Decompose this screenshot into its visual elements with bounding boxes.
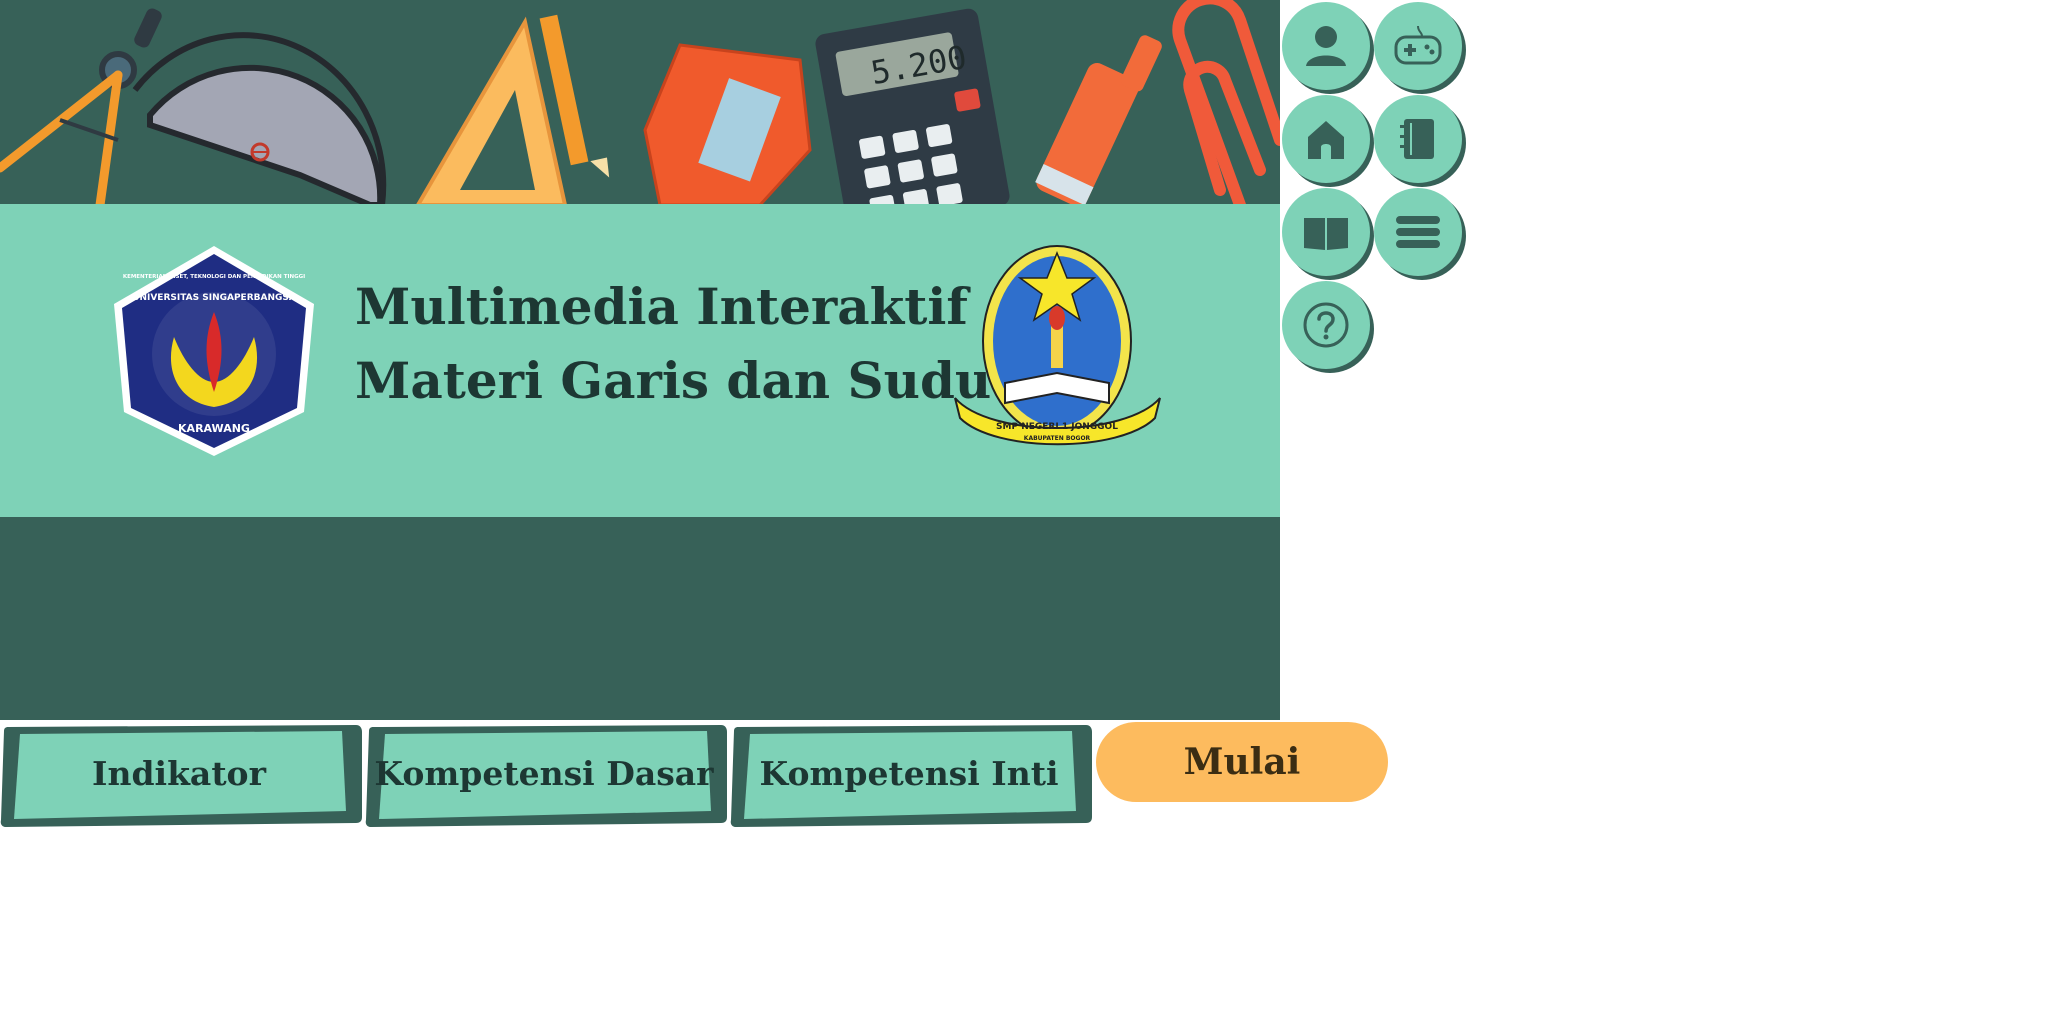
game-button[interactable]	[1374, 2, 1462, 90]
help-button[interactable]	[1282, 281, 1370, 369]
book-icon	[1304, 218, 1348, 250]
unsika-logo-bottom-text: KARAWANG	[178, 422, 250, 435]
set-square-drawing	[415, 16, 568, 205]
tab-kompetensi-dasar-label: Kompetensi Dasar	[374, 754, 714, 793]
home-icon	[1308, 121, 1344, 159]
material-button[interactable]	[1282, 188, 1370, 276]
menu-icon	[1396, 216, 1440, 248]
marker-drawing	[1035, 35, 1162, 205]
page-title-line-2: Materi Garis dan Sudut	[355, 351, 1015, 410]
notebook-icon	[1400, 119, 1434, 159]
smp-jonggol-logo: SMP NEGERI 1 JONGGOL KABUPATEN BOGOR	[954, 245, 1161, 446]
unsika-logo-ring-text: KEMENTERIAN RISET, TEKNOLOGI DAN PENDIDI…	[123, 274, 305, 280]
unsika-logo-arc-text: UNIVERSITAS SINGAPERBANGSA	[132, 293, 296, 303]
tab-indikator-label: Indikator	[92, 754, 266, 793]
compass-drawing	[0, 8, 162, 205]
tab-kompetensi-inti-label: Kompetensi Inti	[759, 754, 1059, 793]
tab-kompetensi-dasar[interactable]: Kompetensi Dasar	[365, 725, 727, 827]
main-stage: 5.200 KARAWANG UNIVERSITAS SINGAPERBANGS…	[0, 0, 1280, 720]
calculator-drawing: 5.200	[815, 8, 1010, 205]
gamepad-icon	[1394, 25, 1442, 65]
start-button-label: Mulai	[1183, 741, 1301, 783]
sharpener-drawing	[643, 43, 812, 205]
notes-button[interactable]	[1374, 95, 1462, 183]
protractor-drawing	[132, 32, 387, 205]
tab-indikator[interactable]: Indikator	[0, 725, 362, 827]
paper-clip-drawing	[1172, 0, 1280, 205]
smp-logo-ribbon-subtext: KABUPATEN BOGOR	[1024, 435, 1091, 442]
smp-logo-ribbon-text: SMP NEGERI 1 JONGGOL	[996, 422, 1118, 432]
tab-kompetensi-inti[interactable]: Kompetensi Inti	[730, 725, 1092, 827]
home-button[interactable]	[1282, 95, 1370, 183]
stationery-banner-illustration: 5.200	[0, 0, 1280, 205]
help-icon	[1303, 302, 1349, 348]
profile-button[interactable]	[1282, 2, 1370, 90]
start-button[interactable]: Mulai	[1096, 722, 1388, 802]
user-icon	[1306, 26, 1346, 66]
unsika-logo: KARAWANG UNIVERSITAS SINGAPERBANGSA KEME…	[114, 246, 314, 456]
menu-button[interactable]	[1374, 188, 1462, 276]
page-title-line-1: Multimedia Interaktif	[355, 277, 968, 336]
page-title: Multimedia Interaktif Materi Garis dan S…	[355, 270, 1015, 418]
